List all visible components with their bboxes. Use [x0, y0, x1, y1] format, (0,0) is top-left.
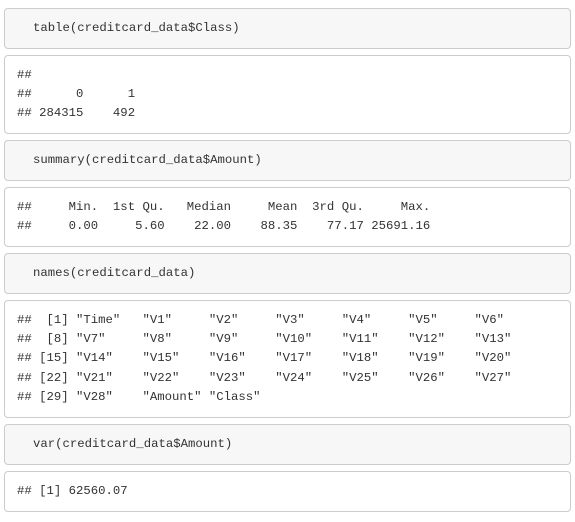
code-cell-summary-amount: summary(creditcard_data$Amount) [4, 140, 571, 181]
output-cell-summary-amount: ## Min. 1st Qu. Median Mean 3rd Qu. Max.… [4, 187, 571, 247]
output-text: ## ## 0 1 ## 284315 492 [17, 66, 558, 123]
output-cell-names: ## [1] "Time" "V1" "V2" "V3" "V4" "V5" "… [4, 300, 571, 417]
code-text: var(creditcard_data$Amount) [33, 435, 558, 454]
output-text: ## Min. 1st Qu. Median Mean 3rd Qu. Max.… [17, 198, 558, 236]
code-text: summary(creditcard_data$Amount) [33, 151, 558, 170]
output-text: ## [1] "Time" "V1" "V2" "V3" "V4" "V5" "… [17, 311, 558, 406]
code-cell-table-class: table(creditcard_data$Class) [4, 8, 571, 49]
code-cell-names: names(creditcard_data) [4, 253, 571, 294]
output-text: ## [1] 62560.07 [17, 482, 558, 501]
output-cell-var-amount: ## [1] 62560.07 [4, 471, 571, 512]
code-cell-var-amount: var(creditcard_data$Amount) [4, 424, 571, 465]
code-text: table(creditcard_data$Class) [33, 19, 558, 38]
code-text: names(creditcard_data) [33, 264, 558, 283]
output-cell-table-class: ## ## 0 1 ## 284315 492 [4, 55, 571, 134]
